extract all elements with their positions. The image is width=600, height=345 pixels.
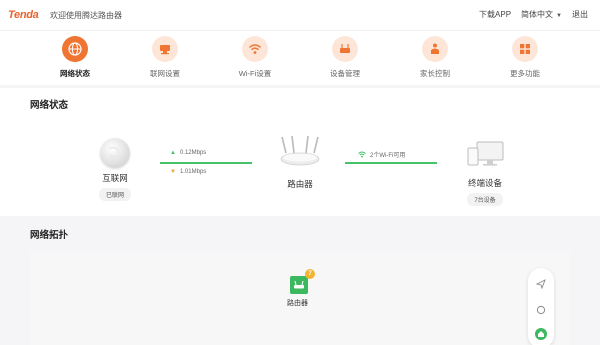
wifi-small-icon [358,151,366,158]
download-speed: ▼ 1.01Mbps [170,169,206,175]
router-device-count-badge: 7 [305,269,315,279]
topology-router-icon[interactable] [290,276,308,294]
home-icon[interactable] [535,328,547,340]
main-nav: 网络状态 联网设置 Wi-Fi设置 设备管理 家长控制 更多功能 [0,30,600,85]
nav-label: Wi-Fi设置 [238,69,272,78]
download-app-link[interactable]: 下载APP [479,9,511,20]
floating-toolbar [528,268,554,345]
terminal-devices-node[interactable]: 终端设备 7台设备 [455,140,515,207]
internet-router-link [160,162,252,164]
wifi-icon [242,36,268,62]
device-icon [332,36,358,62]
download-speed-value: 1.01Mbps [179,169,207,175]
top-bar: Tenda 欢迎使用腾达路由器 下载APP 简体中文 ▼ 退出 [0,0,600,30]
nav-wifi-settings[interactable]: Wi-Fi设置 [220,36,290,79]
terminal-devices-icon [467,141,504,166]
terminals-label: 终端设备 [467,178,502,188]
internet-node[interactable]: 互联网 已联网 [90,138,140,202]
network-status-title: 网络状态 [30,100,69,111]
network-settings-icon [152,36,178,62]
language-label: 简体中文 [521,10,554,19]
nav-parental-control[interactable]: 家长控制 [400,36,470,79]
internet-status-badge: 已联网 [98,188,131,201]
wifi-available: 2个Wi-Fi可用 [358,150,405,159]
nav-label: 联网设置 [150,69,180,78]
router-device-icon [280,135,320,166]
upload-speed-value: 0.12Mbps [179,150,207,156]
internet-globe-icon [100,138,130,168]
nav-more-features[interactable]: 更多功能 [490,36,560,79]
internet-label: 互联网 [102,173,128,183]
tenda-logo[interactable]: Tenda [8,9,39,21]
send-icon[interactable] [535,278,547,290]
router-label: 路由器 [287,179,313,189]
terminals-count-badge: 7台设备 [467,193,503,206]
router-node[interactable]: 路由器 [270,135,330,190]
language-select[interactable]: 简体中文 ▼ [521,9,562,20]
download-arrow-icon: ▼ [170,169,176,175]
upload-arrow-icon: ▲ [170,150,176,156]
globe-icon [62,36,88,62]
circle-icon[interactable] [535,304,547,316]
nav-internet-settings[interactable]: 联网设置 [130,36,200,79]
wifi-available-text: 2个Wi-Fi可用 [370,153,406,159]
nav-device-management[interactable]: 设备管理 [310,36,380,79]
top-right-links: 下载APP 简体中文 ▼ 退出 [479,9,588,20]
network-topology-title: 网络拓扑 [30,230,69,241]
nav-label: 更多功能 [510,69,540,78]
topology-router-label: 路由器 [287,300,308,307]
parent-icon [422,36,448,62]
nav-network-status[interactable]: 网络状态 [40,36,110,79]
nav-label: 网络状态 [60,69,90,78]
nav-label: 家长控制 [420,69,450,78]
router-terminal-link [345,162,437,164]
grid-icon [512,36,538,62]
logout-link[interactable]: 退出 [572,9,588,20]
nav-label: 设备管理 [330,69,360,78]
welcome-text: 欢迎使用腾达路由器 [50,11,122,20]
caret-down-icon: ▼ [556,13,562,19]
upload-speed: ▲ 0.12Mbps [170,150,206,156]
